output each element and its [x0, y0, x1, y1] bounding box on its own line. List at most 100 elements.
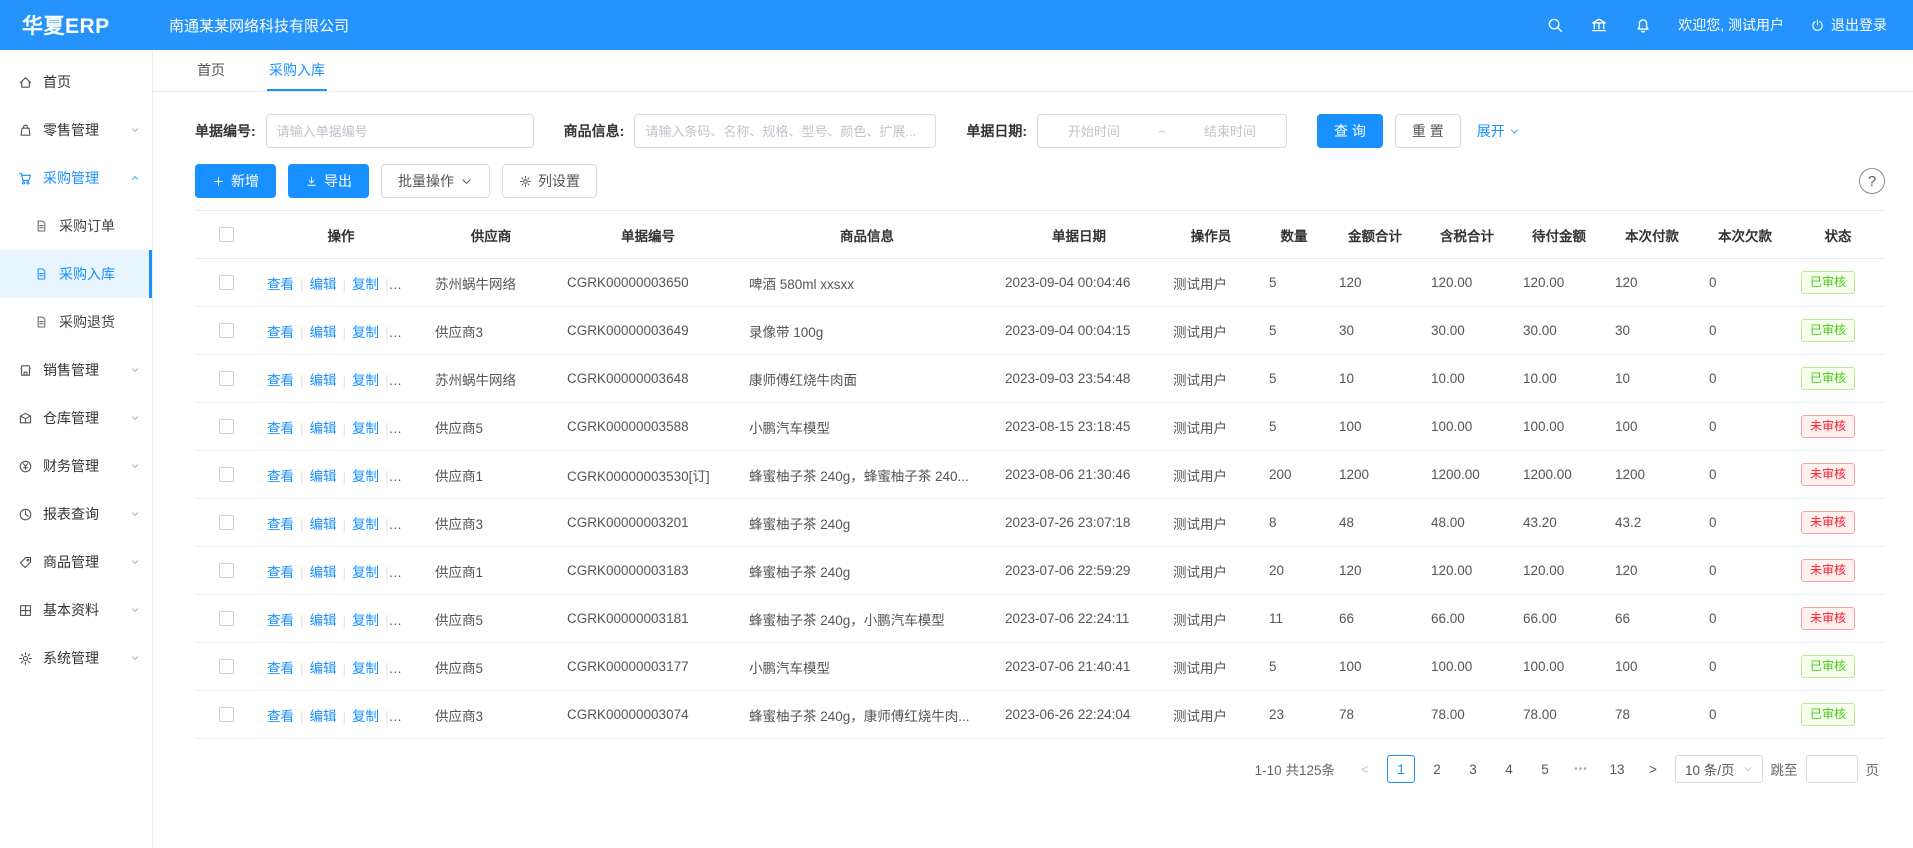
column-settings-button[interactable]: 列设置	[502, 164, 597, 198]
sidebar-subitem-purchase-order[interactable]: 采购订单	[0, 202, 152, 250]
bill-no-input[interactable]	[266, 114, 534, 148]
row-action-edit[interactable]: 编辑	[310, 325, 337, 340]
row-action-edit[interactable]: 编辑	[310, 277, 337, 292]
jump-unit: 页	[1866, 759, 1880, 779]
row-action-copy[interactable]: 复制	[352, 517, 379, 532]
add-button[interactable]: 新增	[195, 164, 276, 198]
row-action-edit[interactable]: 编辑	[310, 661, 337, 676]
row-action-edit[interactable]: 编辑	[310, 565, 337, 580]
reset-button[interactable]: 重 置	[1395, 114, 1461, 148]
amount-due-cell: 120.00	[1513, 547, 1605, 595]
sidebar-subitem-purchase-return[interactable]: 采购退货	[0, 298, 152, 346]
help-button[interactable]: ?	[1859, 168, 1885, 194]
action-separator: |	[343, 373, 347, 388]
row-checkbox[interactable]	[219, 419, 234, 434]
row-checkbox[interactable]	[219, 275, 234, 290]
row-action-copy[interactable]: 复制	[352, 277, 379, 292]
sidebar-item-retail[interactable]: 零售管理	[0, 106, 152, 154]
sidebar-item-warehouse[interactable]: 仓库管理	[0, 394, 152, 442]
search-icon[interactable]	[1546, 16, 1564, 34]
page-button-4[interactable]: 4	[1495, 755, 1523, 783]
jump-page-input[interactable]	[1806, 755, 1858, 783]
page-size-select[interactable]: 10 条/页	[1675, 755, 1763, 783]
row-action-view[interactable]: 查看	[267, 469, 294, 484]
export-button[interactable]: 导出	[288, 164, 369, 198]
action-separator: |	[343, 517, 347, 532]
action-separator: |	[385, 469, 389, 484]
tab-home[interactable]: 首页	[195, 50, 227, 91]
page-button-2[interactable]: 2	[1423, 755, 1451, 783]
row-action-view[interactable]: 查看	[267, 277, 294, 292]
bank-icon[interactable]	[1590, 16, 1608, 34]
page-button-5[interactable]: 5	[1531, 755, 1559, 783]
page-button-13[interactable]: 13	[1603, 755, 1631, 783]
row-action-edit[interactable]: 编辑	[310, 421, 337, 436]
row-action-edit[interactable]: 编辑	[310, 613, 337, 628]
row-action-edit[interactable]: 编辑	[310, 469, 337, 484]
row-checkbox[interactable]	[219, 707, 234, 722]
row-action-copy[interactable]: 复制	[352, 373, 379, 388]
sidebar-subitem-purchase-in[interactable]: 采购入库	[0, 250, 152, 298]
doc-icon	[34, 267, 49, 281]
sidebar-item-goods[interactable]: 商品管理	[0, 538, 152, 586]
row-action-copy[interactable]: 复制	[352, 709, 379, 724]
row-action-view[interactable]: 查看	[267, 661, 294, 676]
row-checkbox[interactable]	[219, 611, 234, 626]
row-actions-cell: 查看|编辑|复制|删除	[257, 451, 425, 499]
sidebar-item-home[interactable]: 首页	[0, 58, 152, 106]
status-cell: 已审核	[1791, 691, 1885, 739]
quantity-cell: 5	[1259, 643, 1329, 691]
row-action-view[interactable]: 查看	[267, 325, 294, 340]
tab-purchase-in[interactable]: 采购入库	[267, 50, 327, 91]
sidebar-item-report[interactable]: 报表查询	[0, 490, 152, 538]
row-checkbox[interactable]	[219, 659, 234, 674]
supplier-cell: 苏州蜗牛网络	[425, 259, 557, 307]
row-checkbox[interactable]	[219, 467, 234, 482]
supplier-cell: 供应商5	[425, 595, 557, 643]
row-action-copy[interactable]: 复制	[352, 421, 379, 436]
sidebar-item-system[interactable]: 系统管理	[0, 634, 152, 682]
select-all-checkbox[interactable]	[219, 227, 234, 242]
row-action-copy[interactable]: 复制	[352, 469, 379, 484]
prev-page-button[interactable]: <	[1351, 755, 1379, 783]
sidebar-item-finance[interactable]: 财务管理	[0, 442, 152, 490]
row-action-view[interactable]: 查看	[267, 373, 294, 388]
row-checkbox[interactable]	[219, 371, 234, 386]
date-range-picker[interactable]: ~	[1037, 114, 1287, 148]
bell-icon[interactable]	[1634, 16, 1652, 34]
row-action-view[interactable]: 查看	[267, 709, 294, 724]
start-date-input[interactable]	[1044, 123, 1144, 140]
row-action-edit[interactable]: 编辑	[310, 373, 337, 388]
row-action-copy[interactable]: 复制	[352, 613, 379, 628]
page-button-3[interactable]: 3	[1459, 755, 1487, 783]
logout-button[interactable]: 退出登录	[1810, 15, 1887, 35]
row-action-view[interactable]: 查看	[267, 421, 294, 436]
sidebar-item-sales[interactable]: 销售管理	[0, 346, 152, 394]
product-info-input[interactable]	[634, 114, 936, 148]
page-button-1[interactable]: 1	[1387, 755, 1415, 783]
sidebar-item-purchase[interactable]: 采购管理	[0, 154, 152, 202]
debt-cell: 0	[1699, 499, 1791, 547]
row-checkbox[interactable]	[219, 563, 234, 578]
row-action-edit[interactable]: 编辑	[310, 517, 337, 532]
row-checkbox[interactable]	[219, 323, 234, 338]
expand-link[interactable]: 展开	[1477, 121, 1520, 141]
company-name: 南通某某网络科技有限公司	[169, 15, 349, 36]
row-action-edit[interactable]: 编辑	[310, 709, 337, 724]
next-page-button[interactable]: >	[1639, 755, 1667, 783]
bill-no-cell: CGRK00000003181	[557, 595, 739, 643]
row-action-copy[interactable]: 复制	[352, 565, 379, 580]
row-action-view[interactable]: 查看	[267, 517, 294, 532]
row-action-copy[interactable]: 复制	[352, 661, 379, 676]
row-action-view[interactable]: 查看	[267, 565, 294, 580]
supplier-cell: 供应商3	[425, 307, 557, 355]
search-button[interactable]: 查 询	[1317, 114, 1383, 148]
sidebar-item-basic[interactable]: 基本资料	[0, 586, 152, 634]
end-date-input[interactable]	[1180, 123, 1280, 140]
batch-actions-button[interactable]: 批量操作	[381, 164, 490, 198]
row-action-view[interactable]: 查看	[267, 613, 294, 628]
row-action-copy[interactable]: 复制	[352, 325, 379, 340]
row-select-cell	[195, 451, 257, 499]
row-checkbox[interactable]	[219, 515, 234, 530]
table-row: 查看|编辑|复制|删除供应商3CGRK00000003201蜂蜜柚子茶 240g…	[195, 499, 1885, 547]
